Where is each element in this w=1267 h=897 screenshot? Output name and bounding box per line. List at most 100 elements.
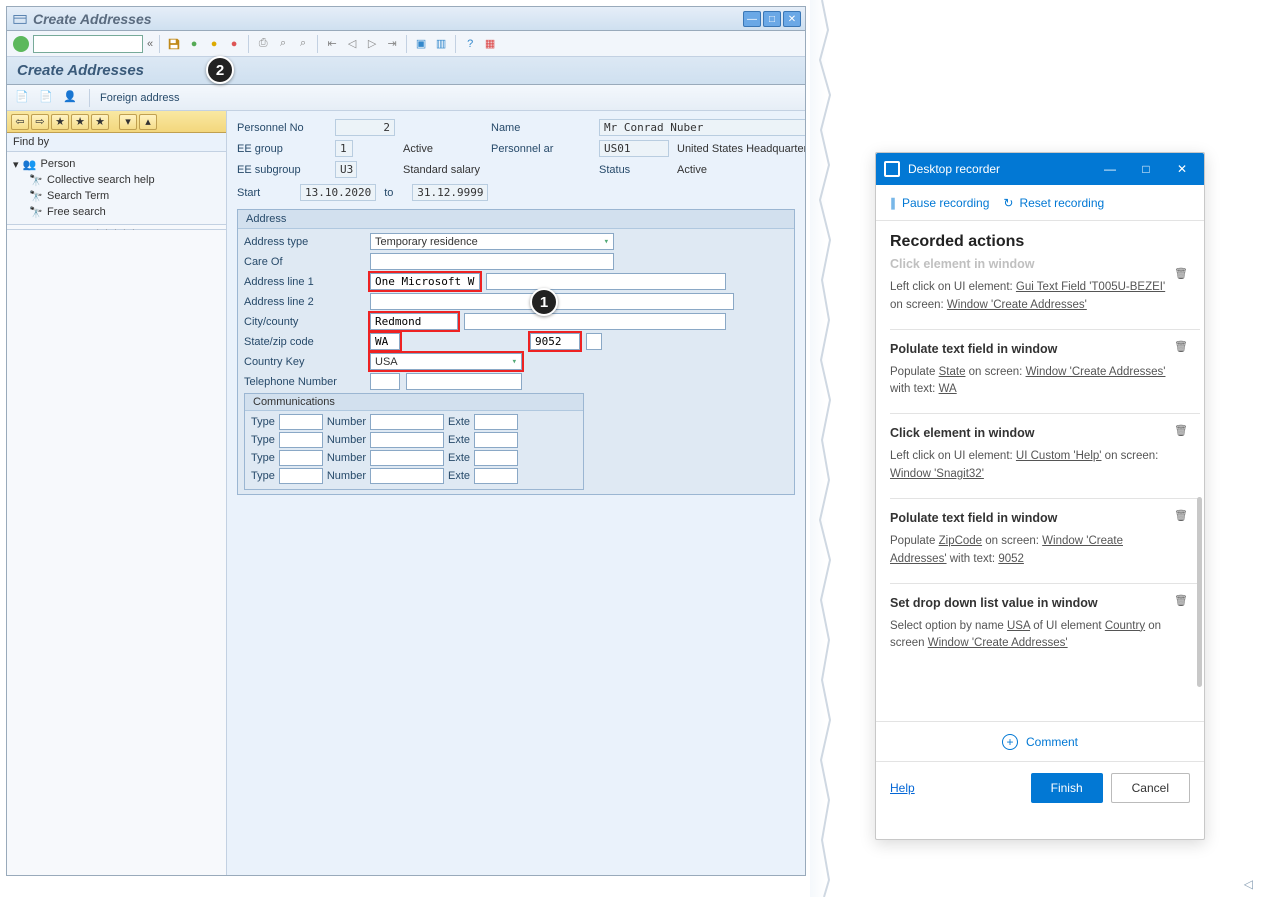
comm-type-input[interactable] [279, 450, 323, 466]
recorder-close-button[interactable]: ✕ [1168, 157, 1196, 181]
up-icon[interactable]: ● [206, 36, 222, 52]
state-input[interactable] [370, 333, 400, 350]
back-icon[interactable]: ● [186, 36, 202, 52]
recorder-maximize-button[interactable]: □ [1132, 157, 1160, 181]
comm-type-input[interactable] [279, 468, 323, 484]
careof-input[interactable] [370, 253, 614, 270]
newsession-icon[interactable]: ▣ [413, 36, 429, 52]
print-icon[interactable]: ⎙ [255, 36, 271, 52]
comm-ext-input[interactable] [474, 468, 518, 484]
help-icon[interactable]: ? [462, 36, 478, 52]
close-button[interactable]: ✕ [783, 11, 801, 27]
tree-item-freesearch[interactable]: 🔭 Free search [13, 204, 220, 220]
county-input[interactable] [464, 313, 726, 330]
addressline1-input[interactable] [370, 273, 480, 290]
action-card[interactable]: Polulate text field in window 🗑 Populate… [890, 330, 1200, 415]
delete-action-icon[interactable]: 🗑 [1174, 424, 1190, 440]
pause-recording-button[interactable]: ∥ Pause recording [890, 196, 989, 210]
cancel-button[interactable]: Cancel [1111, 773, 1190, 803]
person-group-icon: 👥 [23, 157, 37, 171]
action-title: Polulate text field in window [890, 511, 1180, 525]
comm-number-input[interactable] [370, 414, 444, 430]
tel-number-input[interactable] [406, 373, 522, 390]
nav-star2-icon[interactable]: ★ [71, 114, 89, 130]
comm-type-input[interactable] [279, 432, 323, 448]
comm-type-input[interactable] [279, 414, 323, 430]
comm-panel: Communications TypeNumberExte TypeNumber… [244, 393, 584, 490]
layout-icon[interactable]: ▥ [433, 36, 449, 52]
comm-ext-input[interactable] [474, 432, 518, 448]
left-panel: ⇦ ⇨ ★ ★ ★ ▾ ▴ Find by ▾ 👥 Person 🔭 Colle… [7, 111, 227, 875]
comm-number-input[interactable] [370, 468, 444, 484]
nav-star3-icon[interactable]: ★ [91, 114, 109, 130]
country-select[interactable]: USA [370, 353, 522, 370]
reset-recording-button[interactable]: ↻ Reset recording [1003, 196, 1104, 210]
nav-back-icon[interactable]: ⇦ [11, 114, 29, 130]
add-comment-button[interactable]: + Comment [876, 721, 1204, 761]
comm-panel-title: Communications [245, 394, 583, 411]
comm-number-input[interactable] [370, 432, 444, 448]
finish-button[interactable]: Finish [1031, 773, 1103, 803]
tree-toggle-icon[interactable]: ▾ [13, 158, 19, 171]
eesubgroup-code: U3 [335, 161, 357, 178]
zip-ext-input[interactable] [586, 333, 602, 350]
scrollbar[interactable] [1197, 497, 1202, 687]
nav-expand-icon[interactable]: ▾ [119, 114, 137, 130]
addressline1b-input[interactable] [486, 273, 726, 290]
comm-number-input[interactable] [370, 450, 444, 466]
minimize-button[interactable]: ― [743, 11, 761, 27]
tree-item-searchterm[interactable]: 🔭 Search Term [13, 188, 220, 204]
telephone-label: Telephone Number [244, 376, 364, 388]
nav-fwd-icon[interactable]: ⇨ [31, 114, 49, 130]
tree-person[interactable]: ▾ 👥 Person [13, 156, 220, 172]
doc-new-icon[interactable]: 📄 [39, 90, 55, 106]
delete-action-icon[interactable]: 🗑 [1174, 509, 1190, 525]
action-card[interactable]: Click element in window 🗑 Left click on … [890, 257, 1200, 330]
first-icon[interactable]: ⇤ [324, 36, 340, 52]
status-label: Status [599, 164, 669, 176]
maximize-button[interactable]: □ [763, 11, 781, 27]
caret-icon: ◁ [1244, 877, 1253, 891]
tel-code-input[interactable] [370, 373, 400, 390]
ok-icon[interactable] [13, 36, 29, 52]
nav-collapse-icon[interactable]: ▴ [139, 114, 157, 130]
action-title: Click element in window [890, 426, 1180, 440]
customize-icon[interactable]: ▦ [482, 36, 498, 52]
delete-action-icon[interactable]: 🗑 [1174, 340, 1190, 356]
last-icon[interactable]: ⇥ [384, 36, 400, 52]
comm-ext-input[interactable] [474, 450, 518, 466]
tree-person-label: Person [41, 158, 76, 170]
collapse-icon[interactable]: « [147, 38, 153, 50]
name-value: Mr Conrad Nuber [599, 119, 805, 136]
zip-input[interactable] [530, 333, 580, 350]
delete-action-icon[interactable]: 🗑 [1174, 594, 1190, 610]
window-title: Create Addresses [33, 11, 152, 27]
findnext-icon[interactable]: ⌕ [295, 36, 311, 52]
action-card[interactable]: Polulate text field in window 🗑 Populate… [890, 499, 1200, 584]
country-label: Country Key [244, 356, 364, 368]
save-icon[interactable] [166, 36, 182, 52]
prev-icon[interactable]: ◁ [344, 36, 360, 52]
recorder-footer: Help Finish Cancel [876, 761, 1204, 813]
help-link[interactable]: Help [890, 781, 915, 795]
foreign-address-label[interactable]: Foreign address [100, 92, 180, 104]
end-value[interactable]: 31.12.9999 [412, 184, 488, 201]
delete-action-icon[interactable]: 🗑 [1174, 267, 1190, 283]
tree-item-collective[interactable]: 🔭 Collective search help [13, 172, 220, 188]
addresstype-select[interactable]: Temporary residence [370, 233, 614, 250]
find-icon[interactable]: ⌕ [275, 36, 291, 52]
cancel-icon[interactable]: ● [226, 36, 242, 52]
comm-ext-input[interactable] [474, 414, 518, 430]
next-icon[interactable]: ▷ [364, 36, 380, 52]
person-icon[interactable]: 👤 [63, 90, 79, 106]
action-card[interactable]: Click element in window 🗑 Left click on … [890, 414, 1200, 499]
nav-star-icon[interactable]: ★ [51, 114, 69, 130]
binoculars-icon: 🔭 [29, 205, 43, 219]
command-combo[interactable] [33, 35, 143, 53]
city-label: City/county [244, 316, 364, 328]
start-value[interactable]: 13.10.2020 [300, 184, 376, 201]
city-input[interactable] [370, 313, 458, 330]
recorder-minimize-button[interactable]: ― [1096, 157, 1124, 181]
action-card[interactable]: Set drop down list value in window 🗑 Sel… [890, 584, 1200, 668]
doc-icon[interactable]: 📄 [15, 90, 31, 106]
